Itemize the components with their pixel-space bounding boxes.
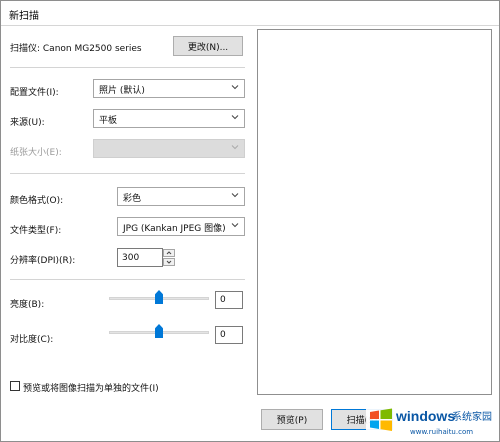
watermark-brand: windows (395, 408, 455, 424)
contrast-label: 对比度(C): (10, 335, 54, 345)
source-value: 平板 (99, 116, 118, 126)
watermark: windows 系统家园 www.ruihaitu.com (366, 401, 496, 439)
watermark-url: www.ruihaitu.com (410, 428, 473, 436)
profile-label: 配置文件(I): (10, 88, 59, 98)
contrast-input[interactable]: 0 (215, 326, 243, 344)
brightness-slider-thumb[interactable] (155, 290, 163, 304)
file-type-value: JPG (Kankan JPEG 图像) (123, 224, 226, 234)
new-scan-dialog: 新扫描 扫描仪: Canon MG2500 series 更改(N)... 配置… (0, 0, 500, 442)
divider (10, 67, 245, 68)
preview-pane (257, 29, 492, 395)
separate-files-checkbox[interactable] (10, 381, 20, 391)
window-title: 新扫描 (9, 11, 39, 22)
color-format-label: 颜色格式(O): (10, 196, 64, 206)
resolution-up-button[interactable] (163, 249, 175, 257)
chevron-down-icon (231, 85, 239, 90)
title-bar: 新扫描 (1, 1, 499, 26)
chevron-down-icon (166, 260, 172, 264)
resolution-input[interactable]: 300 (117, 248, 163, 267)
color-format-select[interactable]: 彩色 (117, 187, 245, 206)
paper-size-select (93, 139, 245, 158)
file-type-select[interactable]: JPG (Kankan JPEG 图像) (117, 217, 245, 236)
source-label: 来源(U): (10, 118, 45, 128)
chevron-up-icon (166, 251, 172, 255)
preview-button[interactable]: 预览(P) (261, 409, 323, 430)
divider (10, 173, 245, 174)
brightness-label: 亮度(B): (10, 300, 45, 310)
contrast-slider-thumb[interactable] (155, 324, 163, 338)
chevron-down-icon (231, 223, 239, 228)
profile-value: 照片 (默认) (99, 86, 145, 96)
watermark-logo: windows 系统家园 www.ruihaitu.com (366, 401, 496, 439)
paper-size-label: 纸张大小(E): (10, 148, 62, 158)
scanner-label: 扫描仪: Canon MG2500 series (10, 44, 142, 54)
file-type-label: 文件类型(F): (10, 226, 62, 236)
watermark-text: 系统家园 (452, 410, 492, 423)
change-scanner-button[interactable]: 更改(N)... (173, 36, 243, 56)
color-format-value: 彩色 (123, 194, 142, 204)
chevron-down-icon (231, 145, 239, 150)
resolution-label: 分辨率(DPI)(R): (10, 256, 76, 266)
divider (10, 279, 245, 280)
profile-select[interactable]: 照片 (默认) (93, 79, 245, 98)
resolution-down-button[interactable] (163, 258, 175, 266)
chevron-down-icon (231, 193, 239, 198)
chevron-down-icon (231, 115, 239, 120)
source-select[interactable]: 平板 (93, 109, 245, 128)
separate-files-label[interactable]: 预览或将图像扫描为单独的文件(I) (23, 381, 159, 394)
brightness-input[interactable]: 0 (215, 291, 243, 309)
